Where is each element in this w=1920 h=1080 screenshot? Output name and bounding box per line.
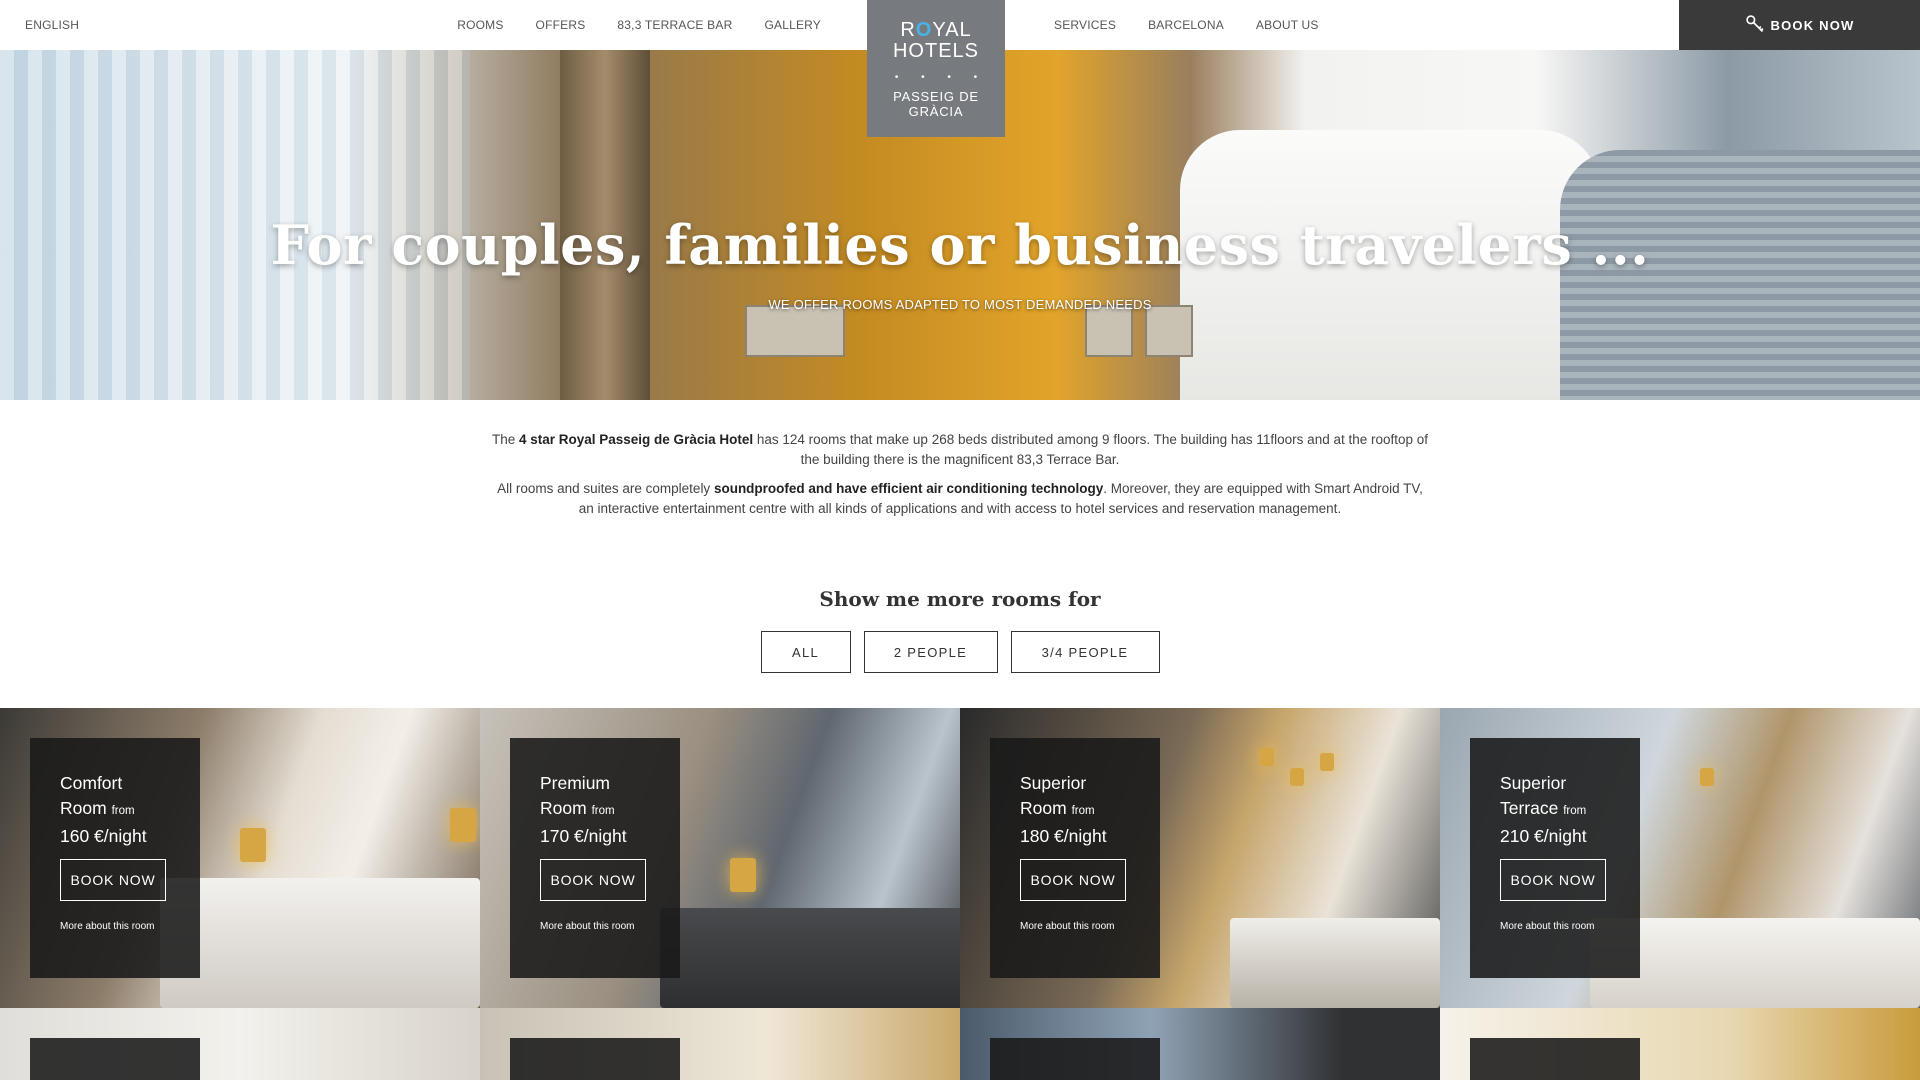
nav-gallery[interactable]: GALLERY (764, 18, 821, 32)
nav-about-us[interactable]: ABOUT US (1256, 18, 1319, 32)
room-card: Premium Room from 170 €/night BOOK NOW M… (510, 738, 680, 978)
logo-location: PASSEIG DE GRÀCIA (867, 89, 1005, 119)
room-name-line1: Superior (1020, 773, 1087, 793)
room-photo-lamp (450, 808, 476, 842)
filter-3-4-people-button[interactable]: 3/4 PEOPLE (1010, 631, 1160, 673)
room-price: 170 €/night (540, 826, 627, 846)
logo-brand: ROYAL HOTELS (867, 20, 1005, 62)
room-photo-pendant-light (1700, 768, 1714, 786)
logo-letter-accent: O (915, 19, 933, 41)
room-more-link[interactable]: More about this room (60, 921, 170, 932)
intro-text: The 4 star Royal Passeig de Gràcia Hotel… (490, 430, 1430, 519)
hero-wall-switch (1145, 305, 1193, 357)
hotel-logo[interactable]: ROYAL HOTELS • • • • PASSEIG DE GRÀCIA (867, 0, 1005, 137)
intro-bold: soundproofed and have efficient air cond… (713, 481, 1104, 496)
intro-bold: 4 star Royal Passeig de Gràcia Hotel (518, 432, 754, 447)
room-price-from: from (591, 805, 615, 817)
room-book-now-button[interactable]: BOOK NOW (1500, 859, 1606, 901)
nav-right: SERVICES BARCELONA ABOUT US (1038, 18, 1335, 32)
intro-text-span: has 124 rooms that make up 268 beds dist… (753, 432, 1429, 467)
rooms-filter: ALL 2 PEOPLE 3/4 PEOPLE (0, 631, 1920, 673)
room-tile-premium[interactable]: Premium Room from 170 €/night BOOK NOW M… (480, 708, 960, 1008)
room-name-line2: Room (540, 798, 587, 818)
room-tile-partial[interactable] (1440, 1008, 1920, 1080)
room-book-now-button[interactable]: BOOK NOW (540, 859, 646, 901)
intro-text-span: The (491, 432, 519, 447)
logo-stars: • • • • (894, 72, 988, 83)
room-photo-lamp (240, 828, 266, 862)
room-price: 160 €/night (60, 826, 147, 846)
room-card-partial (30, 1038, 200, 1080)
room-more-link[interactable]: More about this room (540, 921, 650, 932)
room-price: 210 €/night (1500, 826, 1587, 846)
room-tile-partial[interactable] (960, 1008, 1440, 1080)
room-card-partial (1470, 1038, 1640, 1080)
book-now-label: BOOK NOW (1770, 17, 1855, 33)
room-card: Comfort Room from 160 €/night BOOK NOW M… (30, 738, 200, 978)
room-grid: Comfort Room from 160 €/night BOOK NOW M… (0, 708, 1920, 1008)
room-tile-superior[interactable]: Superior Room from 180 €/night BOOK NOW … (960, 708, 1440, 1008)
room-photo-bed (160, 878, 480, 1008)
room-photo-bed (660, 908, 960, 1008)
room-photo-vanity (1230, 918, 1440, 1008)
rooms-filter-title: Show me more rooms for (819, 587, 1101, 611)
room-card: Superior Terrace from 210 €/night BOOK N… (1470, 738, 1640, 978)
filter-all-button[interactable]: ALL (760, 631, 851, 673)
logo-location-line2: GRÀCIA (908, 104, 964, 119)
nav-offers[interactable]: OFFERS (536, 18, 586, 32)
room-name: Superior Room from 180 €/night (1020, 771, 1130, 849)
logo-letter: R (900, 19, 916, 41)
logo-location-line1: PASSEIG DE (893, 89, 979, 104)
room-price-from: from (111, 805, 135, 817)
room-name-line2: Room (1020, 798, 1067, 818)
room-photo-pendant-light (1260, 748, 1274, 766)
nav-left: ROOMS OFFERS 83,3 TERRACE BAR GALLERY (441, 18, 837, 32)
intro-text-span: All rooms and suites are completely (497, 481, 714, 496)
room-name-line1: Superior (1500, 773, 1567, 793)
room-tile-superior-terrace[interactable]: Superior Terrace from 210 €/night BOOK N… (1440, 708, 1920, 1008)
hero-wall-switch (1085, 305, 1133, 357)
key-icon (1745, 14, 1765, 37)
room-name: Premium Room from 170 €/night (540, 771, 650, 849)
room-tile-comfort[interactable]: Comfort Room from 160 €/night BOOK NOW M… (0, 708, 480, 1008)
room-name-line1: Comfort (60, 773, 123, 793)
room-tile-partial[interactable] (480, 1008, 960, 1080)
room-book-now-button[interactable]: BOOK NOW (60, 859, 166, 901)
room-book-now-button[interactable]: BOOK NOW (1020, 859, 1126, 901)
room-card-partial (990, 1038, 1160, 1080)
nav-terrace-bar[interactable]: 83,3 TERRACE BAR (617, 18, 732, 32)
room-price: 180 €/night (1020, 826, 1107, 846)
language-selector[interactable]: ENGLISH (25, 18, 79, 32)
room-name-line2: Terrace (1500, 798, 1559, 818)
nav-rooms[interactable]: ROOMS (457, 18, 503, 32)
nav-barcelona[interactable]: BARCELONA (1148, 18, 1224, 32)
intro-paragraph-2: All rooms and suites are completely soun… (490, 479, 1430, 519)
room-photo-lamp (730, 858, 756, 892)
room-price-from: from (1563, 805, 1587, 817)
room-more-link[interactable]: More about this room (1500, 921, 1610, 932)
hero-title: For couples, families or business travel… (270, 213, 1650, 277)
logo-letters: YAL (932, 19, 972, 41)
hero-subtitle: WE OFFER ROOMS ADAPTED TO MOST DEMANDED … (768, 297, 1152, 312)
room-card-partial (510, 1038, 680, 1080)
room-name: Superior Terrace from 210 €/night (1500, 771, 1610, 849)
logo-hotels: HOTELS (892, 40, 980, 62)
hero-wall-socket (745, 305, 845, 357)
room-more-link[interactable]: More about this room (1020, 921, 1130, 932)
room-grid-next-row (0, 1008, 1920, 1080)
room-name-line1: Premium (540, 773, 611, 793)
intro-paragraph-1: The 4 star Royal Passeig de Gràcia Hotel… (490, 430, 1430, 470)
nav-services[interactable]: SERVICES (1054, 18, 1116, 32)
room-photo-pendant-light (1320, 753, 1334, 771)
room-card: Superior Room from 180 €/night BOOK NOW … (990, 738, 1160, 978)
filter-2-people-button[interactable]: 2 PEOPLE (863, 631, 998, 673)
room-photo-pendant-light (1290, 768, 1304, 786)
room-name-line2: Room (60, 798, 107, 818)
book-now-header-button[interactable]: BOOK NOW (1679, 0, 1920, 50)
room-price-from: from (1071, 805, 1095, 817)
room-tile-partial[interactable] (0, 1008, 480, 1080)
room-name: Comfort Room from 160 €/night (60, 771, 170, 849)
